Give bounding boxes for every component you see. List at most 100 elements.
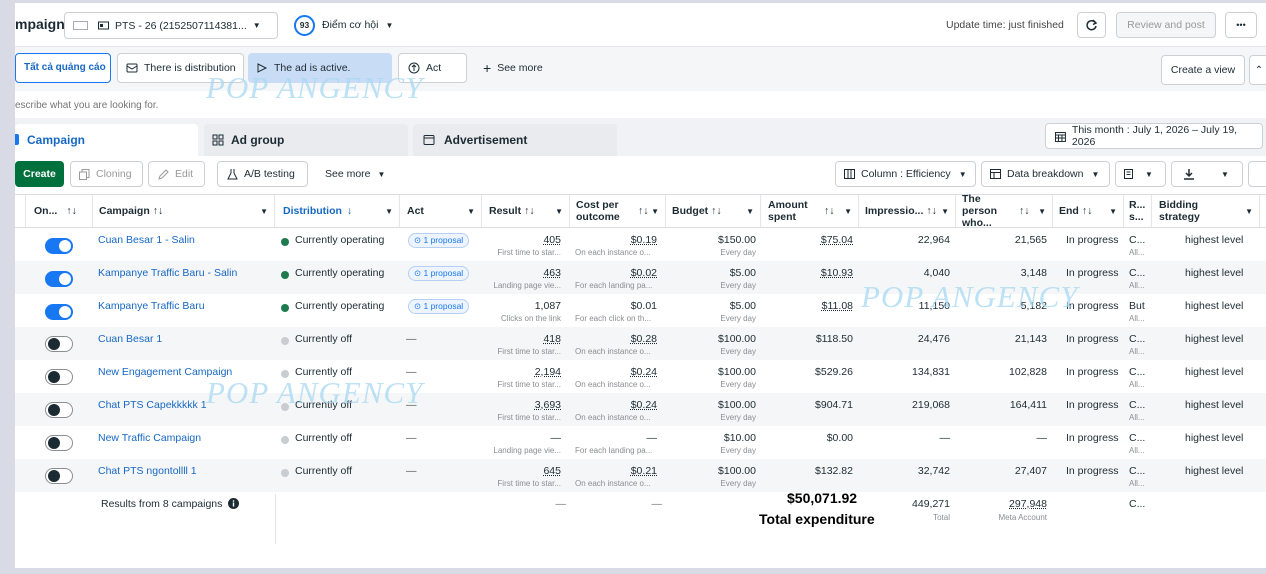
refresh-icon <box>1086 18 1098 30</box>
export-button[interactable]: ▼ <box>1171 161 1243 187</box>
campaign-toggle[interactable] <box>45 304 73 320</box>
table-row[interactable]: Cuan Besar 1 Currently off — 418 First time … <box>15 327 1266 360</box>
table-row[interactable]: Cuan Besar 1 - Salin Currently operating ⊙… <box>15 228 1266 261</box>
impressions-value: 24,476 <box>917 333 950 345</box>
filter-see-more[interactable]: + See more <box>483 53 543 83</box>
totals-reach-sub: Meta Account <box>998 513 1047 522</box>
cost-per-outcome-type: For each landing pa... <box>575 281 653 290</box>
column-header-cost-label: Cost per outcome <box>576 199 620 223</box>
proposal-badge[interactable]: ⊙ 1 proposal <box>408 299 470 314</box>
budget-period: Every day <box>720 248 756 257</box>
campaign-toggle[interactable] <box>45 336 73 352</box>
date-range-picker[interactable]: This month : July 1, 2026 – July 19, 202… <box>1045 123 1263 149</box>
info-icon[interactable] <box>228 498 239 509</box>
result-type: First time to star... <box>497 347 561 356</box>
column-header-budget[interactable]: Budget ↑↓ ▼ <box>666 195 761 227</box>
campaign-name-link[interactable]: Chat PTS ngontollll 1 <box>98 465 197 477</box>
edit-button[interactable]: Edit <box>148 161 205 187</box>
column-header-reach[interactable]: The person who... ↑↓ ▼ <box>956 193 1053 229</box>
result-value: 405 <box>543 234 561 246</box>
sort-icon: ↑↓ <box>638 205 649 217</box>
campaign-name-link[interactable]: Cuan Besar 1 <box>98 333 162 345</box>
result-type: First time to star... <box>497 380 561 389</box>
view-options-button[interactable]: ⌃ <box>1249 55 1266 85</box>
tab-advertisement[interactable]: Advertisement <box>413 124 617 156</box>
impressions-value: — <box>939 432 951 444</box>
review-and-post-button[interactable]: Review and post <box>1116 12 1216 38</box>
refresh-button[interactable] <box>1077 12 1106 38</box>
column-header-on[interactable]: On... ↑↓ <box>26 195 93 227</box>
column-selector[interactable]: Column : Efficiency ▼ <box>835 161 976 187</box>
table-row[interactable]: New Engagement Campaign Currently off —2,1… <box>15 360 1266 393</box>
column-header-result[interactable]: Result ↑↓ ▼ <box>482 195 570 227</box>
more-options-button[interactable]: ••• <box>1225 12 1257 38</box>
column-header-rs[interactable]: R... s... <box>1124 195 1152 227</box>
column-header-bidding[interactable]: Bidding strategy ▼ <box>1152 195 1260 227</box>
sort-icon: ↑↓ <box>66 205 77 217</box>
columns-icon <box>844 169 855 179</box>
status-dot <box>281 304 289 312</box>
campaign-toggle[interactable] <box>45 238 73 254</box>
report-icon <box>1124 168 1133 179</box>
column-select-all[interactable] <box>15 195 26 227</box>
cost-per-outcome-type: On each instance o... <box>575 380 651 389</box>
search-input[interactable] <box>15 94 1255 116</box>
rs-value: But <box>1129 300 1145 312</box>
campaign-toggle[interactable] <box>45 402 73 418</box>
proposal-badge[interactable]: ⊙ 1 proposal <box>408 266 470 281</box>
sort-icon: ↑↓ <box>524 205 535 217</box>
filter-all-ads[interactable]: Tất cả quảng cáo <box>15 53 111 83</box>
column-header-impressions[interactable]: Impressio... ↑↓ ▼ <box>859 195 956 227</box>
end-status: In progress <box>1066 399 1119 411</box>
table-row[interactable]: New Traffic Campaign Currently off — — Landi… <box>15 426 1266 459</box>
bidding-strategy-value: highest level <box>1185 366 1244 378</box>
campaign-name-link[interactable]: Cuan Besar 1 - Salin <box>98 234 195 246</box>
rs-sub: All... <box>1129 248 1145 257</box>
column-header-end[interactable]: End ↑↓ ▼ <box>1053 195 1124 227</box>
status-dot <box>281 436 289 444</box>
data-breakdown-selector[interactable]: Data breakdown ▼ <box>981 161 1110 187</box>
column-header-campaign[interactable]: Campaign ↑↓ ▼ <box>93 195 275 227</box>
column-header-distribution[interactable]: Distribution ↓ ▼ <box>275 195 400 227</box>
sort-icon: ↑↓ <box>1019 205 1030 217</box>
amount-spent-value: $10.93 <box>820 267 853 279</box>
column-header-act[interactable]: Act ▼ <box>400 195 482 227</box>
opportunity-score[interactable]: 93 Điểm cơ hội ▼ <box>294 14 393 36</box>
chart-toggle-button[interactable] <box>1248 161 1266 187</box>
create-button[interactable]: Create <box>15 161 64 187</box>
campaign-toggle[interactable] <box>45 271 73 287</box>
column-selector-label: Column : Efficiency <box>861 168 951 180</box>
create-view-button[interactable]: Create a view <box>1161 55 1245 85</box>
cost-per-outcome-type: On each instance o... <box>575 413 651 422</box>
act-empty: — <box>406 465 417 477</box>
campaign-name-link[interactable]: Kampanye Traffic Baru <box>98 300 205 312</box>
result-type: First time to star... <box>497 413 561 422</box>
cloning-button[interactable]: Cloning <box>70 161 143 187</box>
plus-icon: + <box>483 60 492 76</box>
table-row[interactable]: Chat PTS Capekkkkk 1 Currently off —3,693 F… <box>15 393 1266 426</box>
campaign-toggle[interactable] <box>45 369 73 385</box>
status-dot <box>281 469 289 477</box>
campaign-toggle[interactable] <box>45 435 73 451</box>
column-header-amount-spent[interactable]: Amount spent ↑↓ ▼ <box>761 195 859 227</box>
cloning-label: Cloning <box>96 168 132 180</box>
toolbar-see-more[interactable]: See more ▼ <box>325 161 385 187</box>
chevron-down-icon: ▼ <box>844 207 852 216</box>
chevron-down-icon: ▼ <box>1038 207 1046 216</box>
campaign-name-link[interactable]: Kampanye Traffic Baru - Salin <box>98 267 237 279</box>
report-view-button[interactable]: ▼ <box>1115 161 1166 187</box>
budget-period: Every day <box>720 446 756 455</box>
tab-ad-group[interactable]: Ad group <box>204 124 408 156</box>
account-selector[interactable]: PTS - 26 (2152507114381... ▼ <box>64 12 278 39</box>
campaign-toggle[interactable] <box>45 468 73 484</box>
column-header-cost[interactable]: Cost per outcome ↑↓ ▼ <box>570 195 666 227</box>
campaign-name-link[interactable]: Chat PTS Capekkkkk 1 <box>98 399 207 411</box>
impressions-value: 22,964 <box>917 234 950 246</box>
tab-campaign[interactable]: Campaign <box>15 124 198 156</box>
campaign-name-link[interactable]: New Traffic Campaign <box>98 432 201 444</box>
header-bar: mpaign PTS - 26 (2152507114381... ▼ 93 Đ… <box>15 3 1266 47</box>
proposal-badge[interactable]: ⊙ 1 proposal <box>408 233 470 248</box>
ab-testing-button[interactable]: A/B testing <box>217 161 308 187</box>
table-row[interactable]: Chat PTS ngontollll 1 Currently off — 645 Fi… <box>15 459 1266 492</box>
result-value: 418 <box>543 333 561 345</box>
